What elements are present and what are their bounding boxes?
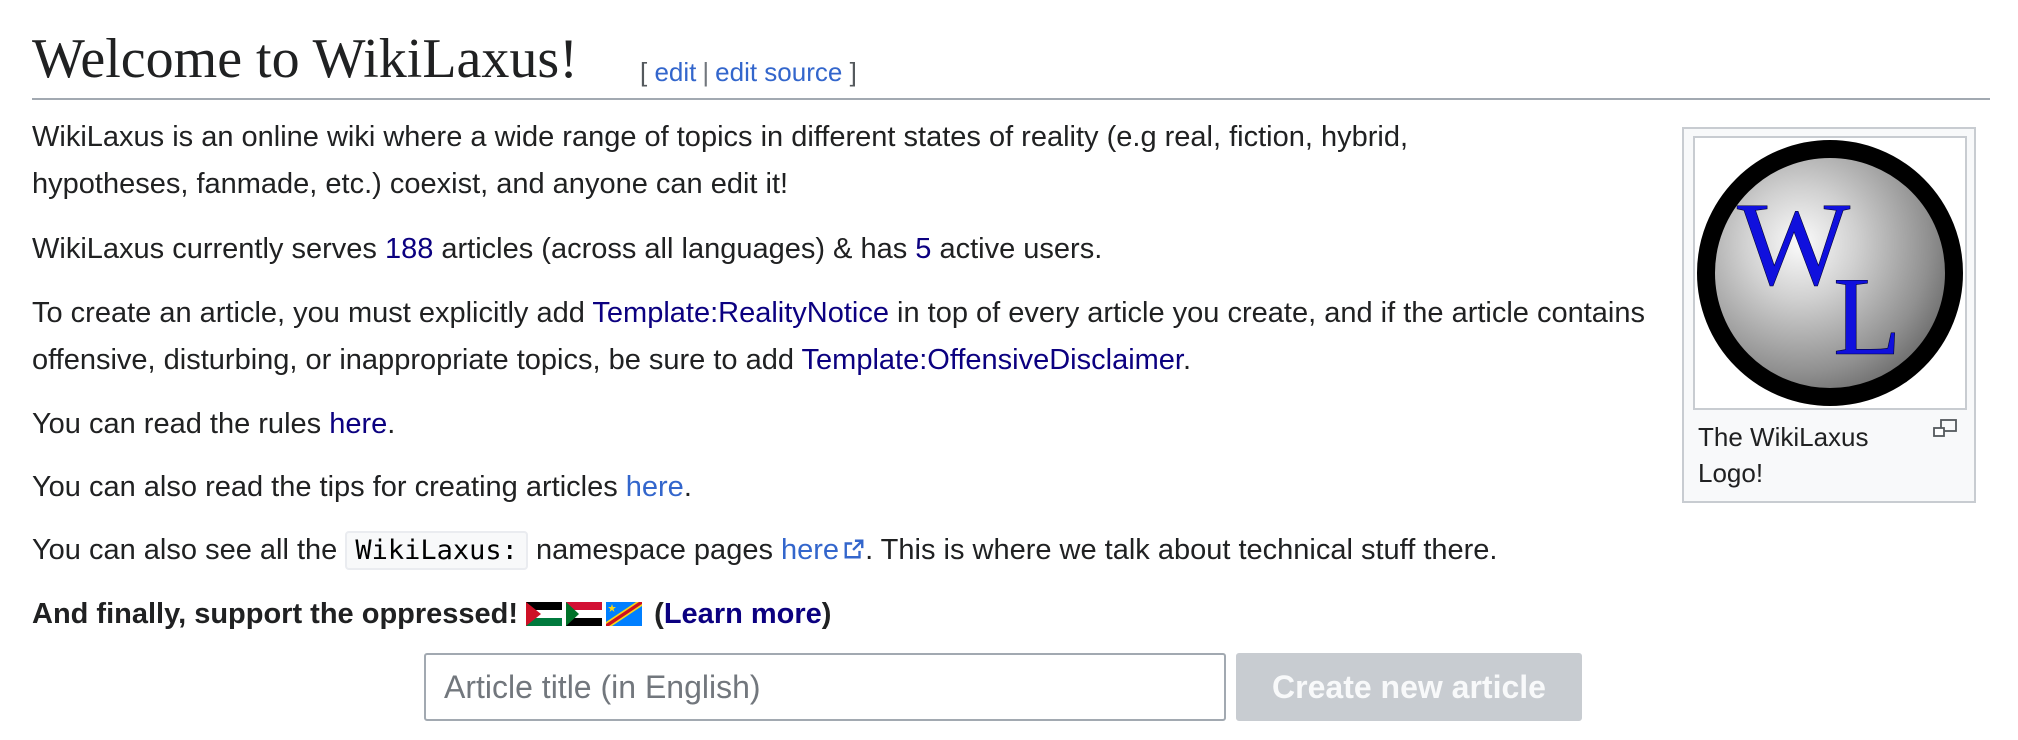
support-paren-open: ( [646,598,664,630]
sudan-flag-icon [566,602,603,626]
create-info-suffix: . [1182,344,1192,376]
logo-caption: The WikiLaxus Logo! [1698,422,1869,488]
namespace-here-link[interactable]: here [781,534,865,566]
active-users-link[interactable]: 5 [915,233,931,265]
bracket-close: ] [849,57,857,87]
page-heading: Welcome to WikiLaxus! [ edit | edit source… [32,22,1990,100]
namespace-paragraph: You can also see all the WikiLaxus: name… [32,527,1652,574]
intro-text: WikiLaxus is an online wiki where a wide… [32,121,1409,200]
create-article-button[interactable]: Create new article [1236,653,1582,721]
rules-prefix: You can read the rules [32,408,330,440]
create-info-prefix: To create an article, you must explicitl… [32,297,593,329]
reality-notice-template-link[interactable]: Template:RealityNotice [592,297,889,329]
learn-more-link[interactable]: Learn more [664,598,822,630]
external-link-icon [844,539,864,559]
page-title: Welcome to WikiLaxus! [32,28,578,90]
tips-suffix: . [683,471,692,503]
rules-suffix: . [387,408,396,440]
offensive-disclaimer-template-link[interactable]: Template:OffensiveDisclaimer [802,344,1183,376]
namespace-code: WikiLaxus: [345,531,528,570]
support-text: And finally, support the oppressed! [32,598,519,630]
namespace-suffix: . This is where we talk about technical … [865,534,1498,566]
rules-here-link[interactable]: here [329,408,387,440]
support-paren-close: ) [821,598,832,630]
edit-section-links: [ edit | edit source ] [640,54,857,90]
stats-paragraph: WikiLaxus currently serves 188 articles … [32,226,1632,273]
namespace-middle: namespace pages [527,534,782,566]
tips-prefix: You can also read the tips for creating … [32,471,626,503]
create-info-paragraph: To create an article, you must explicitl… [32,290,1652,384]
stats-middle: articles (across all languages) & has [433,233,916,265]
stats-suffix: active users. [931,233,1103,265]
congo-flag-icon [606,602,643,626]
logo-thumbnail: W L The WikiLaxus Logo! [1682,127,1976,503]
stats-prefix: WikiLaxus currently serves [32,233,385,265]
namespace-prefix: You can also see all the [32,534,346,566]
edit-link[interactable]: edit [654,57,696,87]
rules-paragraph: You can read the rules here. [32,401,1632,448]
magnify-icon[interactable] [1932,419,1958,439]
tips-paragraph: You can also read the tips for creating … [32,464,1632,511]
edit-separator: | [702,57,710,87]
tips-here-link[interactable]: here [626,471,684,503]
namespace-here-text: here [781,534,840,566]
edit-source-link[interactable]: edit source [715,57,842,87]
bracket-open: [ [640,57,648,87]
support-paragraph: And finally, support the oppressed! (Lea… [32,591,1632,638]
wikilaxus-logo: W L [1697,140,1963,406]
intro-paragraph: WikiLaxus is an online wiki where a wide… [32,114,1512,208]
logo-letter-l: L [1833,255,1901,379]
articles-count-link[interactable]: 188 [385,233,433,265]
article-title-input[interactable] [424,653,1226,721]
palestine-flag-icon [526,602,563,626]
logo-image-frame[interactable]: W L [1693,136,1967,410]
